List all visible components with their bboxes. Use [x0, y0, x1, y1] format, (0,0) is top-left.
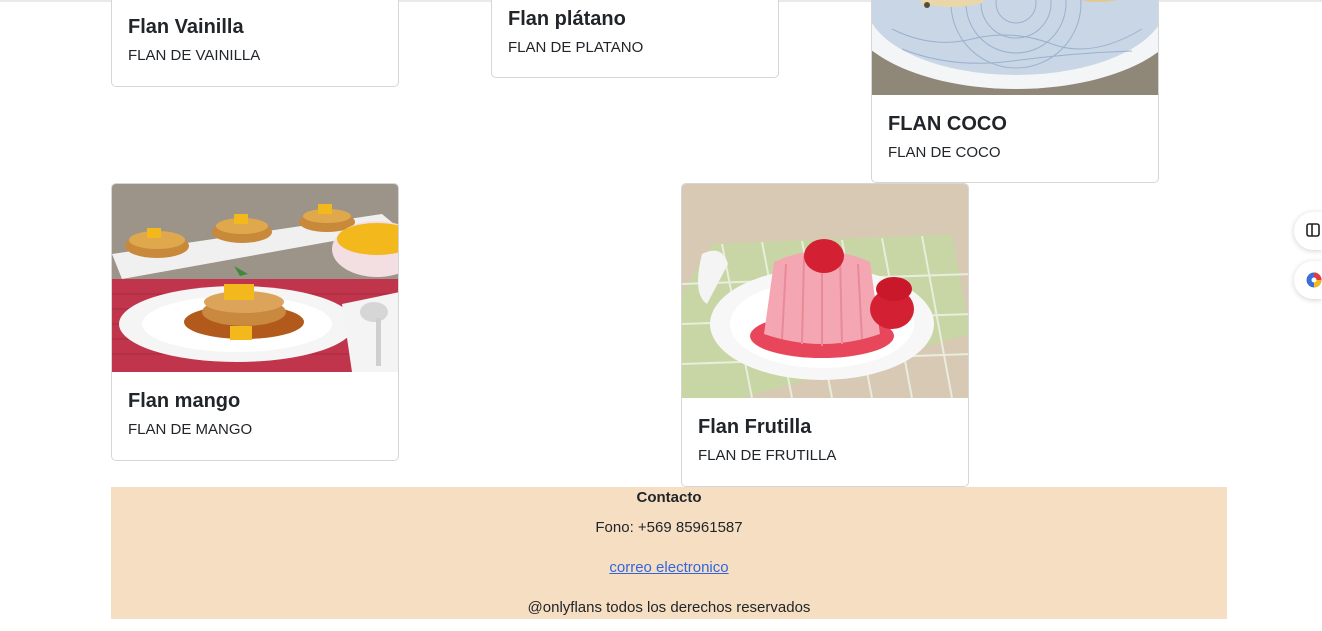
card-flan-coco[interactable]: FLAN COCO FLAN DE COCO: [871, 0, 1159, 183]
sidebar-panel-icon: [1306, 222, 1320, 243]
card-body: Flan Frutilla FLAN DE FRUTILLA: [682, 398, 968, 466]
color-widget[interactable]: [1294, 261, 1322, 299]
card-body: FLAN COCO FLAN DE COCO: [872, 95, 1158, 163]
card-body: Flan Vainilla FLAN DE VAINILLA: [112, 0, 398, 66]
card-title: Flan mango: [128, 390, 241, 412]
flan-mango-image: [112, 184, 398, 372]
color-globe-icon: [1306, 271, 1322, 294]
card-text: FLAN DE VAINILLA: [128, 47, 261, 64]
card-flan-mango[interactable]: Flan mango FLAN DE MANGO: [111, 183, 399, 461]
card-title: Flan Frutilla: [698, 416, 812, 438]
card-title: Flan Vainilla: [128, 16, 244, 38]
footer-phone: Fono: +569 85961587: [595, 519, 743, 536]
card-text: FLAN DE FRUTILLA: [698, 447, 837, 464]
card-body: Flan plátano FLAN DE PLATANO: [492, 0, 778, 58]
card-flan-platano[interactable]: Flan plátano FLAN DE PLATANO: [491, 0, 779, 78]
card-flan-frutilla[interactable]: Flan Frutilla FLAN DE FRUTILLA: [681, 183, 969, 487]
card-flan-vainilla[interactable]: Flan Vainilla FLAN DE VAINILLA: [111, 0, 399, 87]
email-link[interactable]: correo electronico: [609, 559, 728, 576]
contact-footer: Contacto Fono: +569 85961587 correo elec…: [111, 487, 1227, 619]
card-text: FLAN DE COCO: [888, 144, 1001, 161]
card-text: FLAN DE MANGO: [128, 421, 253, 438]
footer-title: Contacto: [636, 489, 702, 506]
footer-copyright: @onlyflans todos los derechos reservados: [527, 599, 811, 616]
flan-frutilla-image: [682, 184, 968, 398]
card-title: Flan plátano: [508, 8, 626, 30]
flan-coco-image: [872, 0, 1158, 95]
card-title: FLAN COCO: [888, 113, 1007, 135]
side-panel-widget[interactable]: [1294, 212, 1322, 250]
card-body: Flan mango FLAN DE MANGO: [112, 372, 398, 440]
card-text: FLAN DE PLATANO: [508, 39, 644, 56]
